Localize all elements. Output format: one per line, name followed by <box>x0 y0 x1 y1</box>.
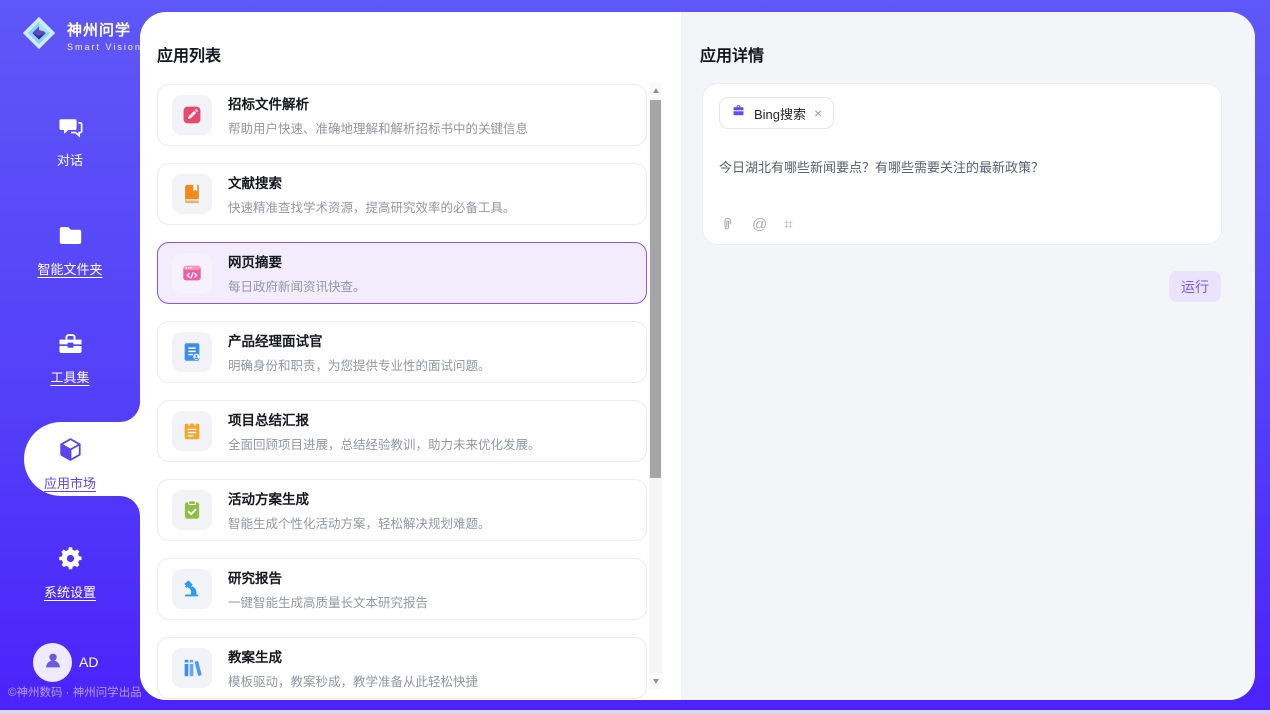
app-card-4[interactable]: 产品经理面试官 明确身份和职责，为您提供专业性的面试问题。 <box>157 321 647 383</box>
sidebar-item-label: 应用市场 <box>0 473 140 492</box>
app-card-8[interactable]: 教案生成 模板驱动，教案秒成，教学准备从此轻松快捷 <box>157 637 647 699</box>
books-icon <box>172 648 212 688</box>
briefcase-icon <box>731 103 746 123</box>
note-icon <box>172 411 212 451</box>
user-avatar[interactable] <box>33 643 72 682</box>
interview-doc-icon <box>172 332 212 372</box>
app-list: 招标文件解析 帮助用户快速、准确地理解和解析招标书中的关键信息 文献搜索 快速精… <box>157 84 647 700</box>
close-icon[interactable]: × <box>814 106 822 120</box>
app-card-description: 每日政府新闻资讯快查。 <box>228 276 366 295</box>
browser-code-icon <box>172 253 212 293</box>
sidebar-item-app-market[interactable]: 应用市场 <box>0 436 140 492</box>
gear-icon <box>57 545 84 572</box>
brand-logo: 神州问学 Smart Vision <box>20 14 142 57</box>
app-card-title: 网页摘要 <box>228 251 366 271</box>
pen-square-icon <box>172 95 212 135</box>
hash-icon[interactable]: ⌗ <box>784 216 792 233</box>
scroll-up-button[interactable] <box>649 83 662 98</box>
arrow-up-icon <box>653 88 659 93</box>
app-card-5[interactable]: 项目总结汇报 全面回顾项目进展，总结经验教训，助力未来优化发展。 <box>157 400 647 462</box>
app-card-6[interactable]: 活动方案生成 智能生成个性化活动方案，轻松解决规划难题。 <box>157 479 647 541</box>
app-card-description: 明确身份和职责，为您提供专业性的面试问题。 <box>228 355 491 374</box>
sidebar-item-chat[interactable]: 对话 <box>0 113 140 169</box>
arrow-down-icon <box>653 679 659 684</box>
app-card-title: 研究报告 <box>228 567 428 587</box>
app-detail-panel: 应用详情 Bing搜索 × 今日湖北有哪些新闻要点？有哪些需要关注的最 <box>681 12 1255 700</box>
app-card-title: 活动方案生成 <box>228 488 491 508</box>
scroll-down-button[interactable] <box>649 674 662 689</box>
scrollbar-thumb[interactable] <box>650 100 661 478</box>
toolbox-icon <box>57 330 84 357</box>
copyright-footer: ©神州数码 · 神州问学出品 <box>8 684 142 700</box>
sidebar-item-label: 对话 <box>0 150 140 169</box>
app-list-scrollbar[interactable] <box>649 83 662 689</box>
app-card-description: 模板驱动，教案秒成，教学准备从此轻松快捷 <box>228 671 478 690</box>
app-card-description: 全面回顾项目进展，总结经验教训，助力未来优化发展。 <box>228 434 541 453</box>
query-text[interactable]: 今日湖北有哪些新闻要点？有哪些需要关注的最新政策？ <box>719 157 1205 176</box>
prompt-input-card[interactable]: Bing搜索 × 今日湖北有哪些新闻要点？有哪些需要关注的最新政策？ @ ⌗ <box>702 83 1222 245</box>
app-card-description: 一键智能生成高质量长文本研究报告 <box>228 592 428 611</box>
composer-toolbar: @ ⌗ <box>720 216 793 233</box>
sidebar-item-system-settings[interactable]: 系统设置 <box>0 545 140 601</box>
content-window: 应用列表 招标文件解析 帮助用户快速、准确地理解和解析招标书中的关键信息 文献搜… <box>140 12 1255 700</box>
app-list-title: 应用列表 <box>157 42 221 66</box>
tool-chip-label: Bing搜索 <box>754 104 806 123</box>
diamond-logo-icon <box>20 14 58 57</box>
app-card-2[interactable]: 文献搜索 快速精准查找学术资源，提高研究效率的必备工具。 <box>157 163 647 225</box>
brand-subtitle: Smart Vision <box>67 42 142 52</box>
app-card-1[interactable]: 招标文件解析 帮助用户快速、准确地理解和解析招标书中的关键信息 <box>157 84 647 146</box>
app-detail-title: 应用详情 <box>700 42 764 66</box>
app-card-title: 招标文件解析 <box>228 93 528 113</box>
app-card-3[interactable]: 网页摘要 每日政府新闻资讯快查。 <box>157 242 647 304</box>
app-card-title: 产品经理面试官 <box>228 330 491 350</box>
app-card-description: 快速精准查找学术资源，提高研究效率的必备工具。 <box>228 197 516 216</box>
tool-chip-bing-search[interactable]: Bing搜索 × <box>719 97 834 129</box>
brand-name: 神州问学 <box>67 22 131 39</box>
app-card-description: 智能生成个性化活动方案，轻松解决规划难题。 <box>228 513 491 532</box>
chat-icon <box>57 113 84 140</box>
app-card-title: 教案生成 <box>228 646 478 666</box>
book-icon <box>172 174 212 214</box>
user-avatar-icon <box>42 649 64 676</box>
app-card-7[interactable]: 研究报告 一键智能生成高质量长文本研究报告 <box>157 558 647 620</box>
sidebar-item-label: 工具集 <box>0 367 140 386</box>
folder-icon <box>57 222 84 249</box>
sidebar-item-smart-folders[interactable]: 智能文件夹 <box>0 222 140 278</box>
user-initials: AD <box>79 654 98 670</box>
clipboard-check-icon <box>172 490 212 530</box>
app-card-description: 帮助用户快速、准确地理解和解析招标书中的关键信息 <box>228 118 528 137</box>
sidebar-item-label: 系统设置 <box>0 582 140 601</box>
app-card-title: 文献搜索 <box>228 172 516 192</box>
sidebar-item-toolset[interactable]: 工具集 <box>0 330 140 386</box>
app-card-title: 项目总结汇报 <box>228 409 541 429</box>
paperclip-icon[interactable] <box>720 216 735 233</box>
bottom-strip <box>0 710 1270 714</box>
cube-icon <box>57 436 84 463</box>
sidebar-item-label: 智能文件夹 <box>0 259 140 278</box>
app-window: 神州问学 Smart Vision 对话智能文件夹工具集应用市场系统设置 AD … <box>0 0 1270 714</box>
microscope-icon <box>172 569 212 609</box>
at-icon[interactable]: @ <box>752 216 767 233</box>
run-button[interactable]: 运行 <box>1169 271 1221 302</box>
